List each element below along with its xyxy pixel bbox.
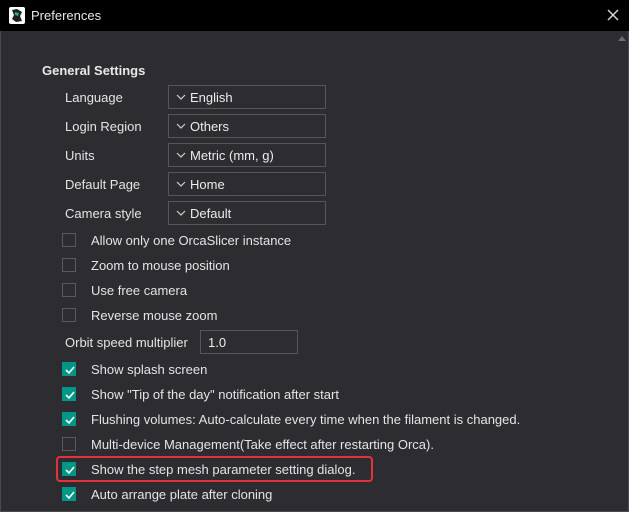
- free-camera-label: Use free camera: [91, 283, 188, 298]
- language-label: Language: [65, 90, 123, 105]
- close-icon: [607, 9, 619, 21]
- tip-of-day-label: Show "Tip of the day" notification after…: [91, 387, 339, 402]
- vertical-scrollbar[interactable]: [614, 31, 628, 512]
- language-select[interactable]: English: [168, 85, 326, 109]
- step-mesh-dialog-checkbox[interactable]: [62, 462, 76, 476]
- units-select[interactable]: Metric (mm, g): [168, 143, 326, 167]
- window-title: Preferences: [31, 8, 102, 23]
- splash-screen-label: Show splash screen: [91, 362, 208, 377]
- login-region-value: Others: [190, 119, 230, 134]
- chevron-down-icon: [176, 152, 186, 158]
- zoom-to-mouse-label: Zoom to mouse position: [91, 258, 230, 273]
- auto-arrange-label: Auto arrange plate after cloning: [91, 487, 273, 502]
- title-bar: Preferences: [0, 0, 629, 31]
- zoom-to-mouse-checkbox[interactable]: [62, 258, 76, 272]
- splash-screen-checkbox[interactable]: [62, 362, 76, 376]
- units-label: Units: [65, 148, 95, 163]
- default-page-value: Home: [190, 177, 225, 192]
- tip-of-day-checkbox[interactable]: [62, 387, 76, 401]
- login-region-select[interactable]: Others: [168, 114, 326, 138]
- login-region-label: Login Region: [65, 119, 142, 134]
- multi-device-label: Multi-device Management(Take effect afte…: [91, 437, 434, 452]
- reverse-zoom-label: Reverse mouse zoom: [91, 308, 218, 323]
- auto-arrange-checkbox[interactable]: [62, 487, 76, 501]
- flushing-volumes-checkbox[interactable]: [62, 412, 76, 426]
- step-mesh-dialog-label: Show the step mesh parameter setting dia…: [91, 462, 356, 477]
- reverse-zoom-checkbox[interactable]: [62, 308, 76, 322]
- language-value: English: [190, 90, 233, 105]
- chevron-down-icon: [176, 123, 186, 129]
- checkmark-icon: [65, 491, 75, 500]
- close-button[interactable]: [604, 6, 622, 24]
- checkmark-icon: [65, 416, 75, 425]
- checkmark-icon: [65, 366, 75, 375]
- scroll-up-icon[interactable]: [618, 36, 626, 41]
- flushing-volumes-label: Flushing volumes: Auto-calculate every t…: [91, 412, 521, 427]
- chevron-down-icon: [176, 94, 186, 100]
- units-value: Metric (mm, g): [190, 148, 274, 163]
- default-page-select[interactable]: Home: [168, 172, 326, 196]
- single-instance-checkbox[interactable]: [62, 233, 76, 247]
- multi-device-checkbox[interactable]: [62, 437, 76, 451]
- checkmark-icon: [65, 391, 75, 400]
- camera-style-value: Default: [190, 206, 232, 221]
- camera-style-select[interactable]: Default: [168, 201, 326, 225]
- chevron-down-icon: [176, 181, 186, 187]
- orbit-speed-label: Orbit speed multiplier: [65, 335, 188, 350]
- default-page-label: Default Page: [65, 177, 141, 192]
- orca-slicer-icon: [9, 7, 25, 24]
- single-instance-label: Allow only one OrcaSlicer instance: [91, 233, 292, 248]
- orbit-speed-input[interactable]: 1.0: [200, 330, 298, 354]
- section-title-general: General Settings: [42, 63, 146, 78]
- chevron-down-icon: [176, 210, 186, 216]
- free-camera-checkbox[interactable]: [62, 283, 76, 297]
- checkmark-icon: [65, 466, 75, 475]
- camera-style-label: Camera style: [65, 206, 142, 221]
